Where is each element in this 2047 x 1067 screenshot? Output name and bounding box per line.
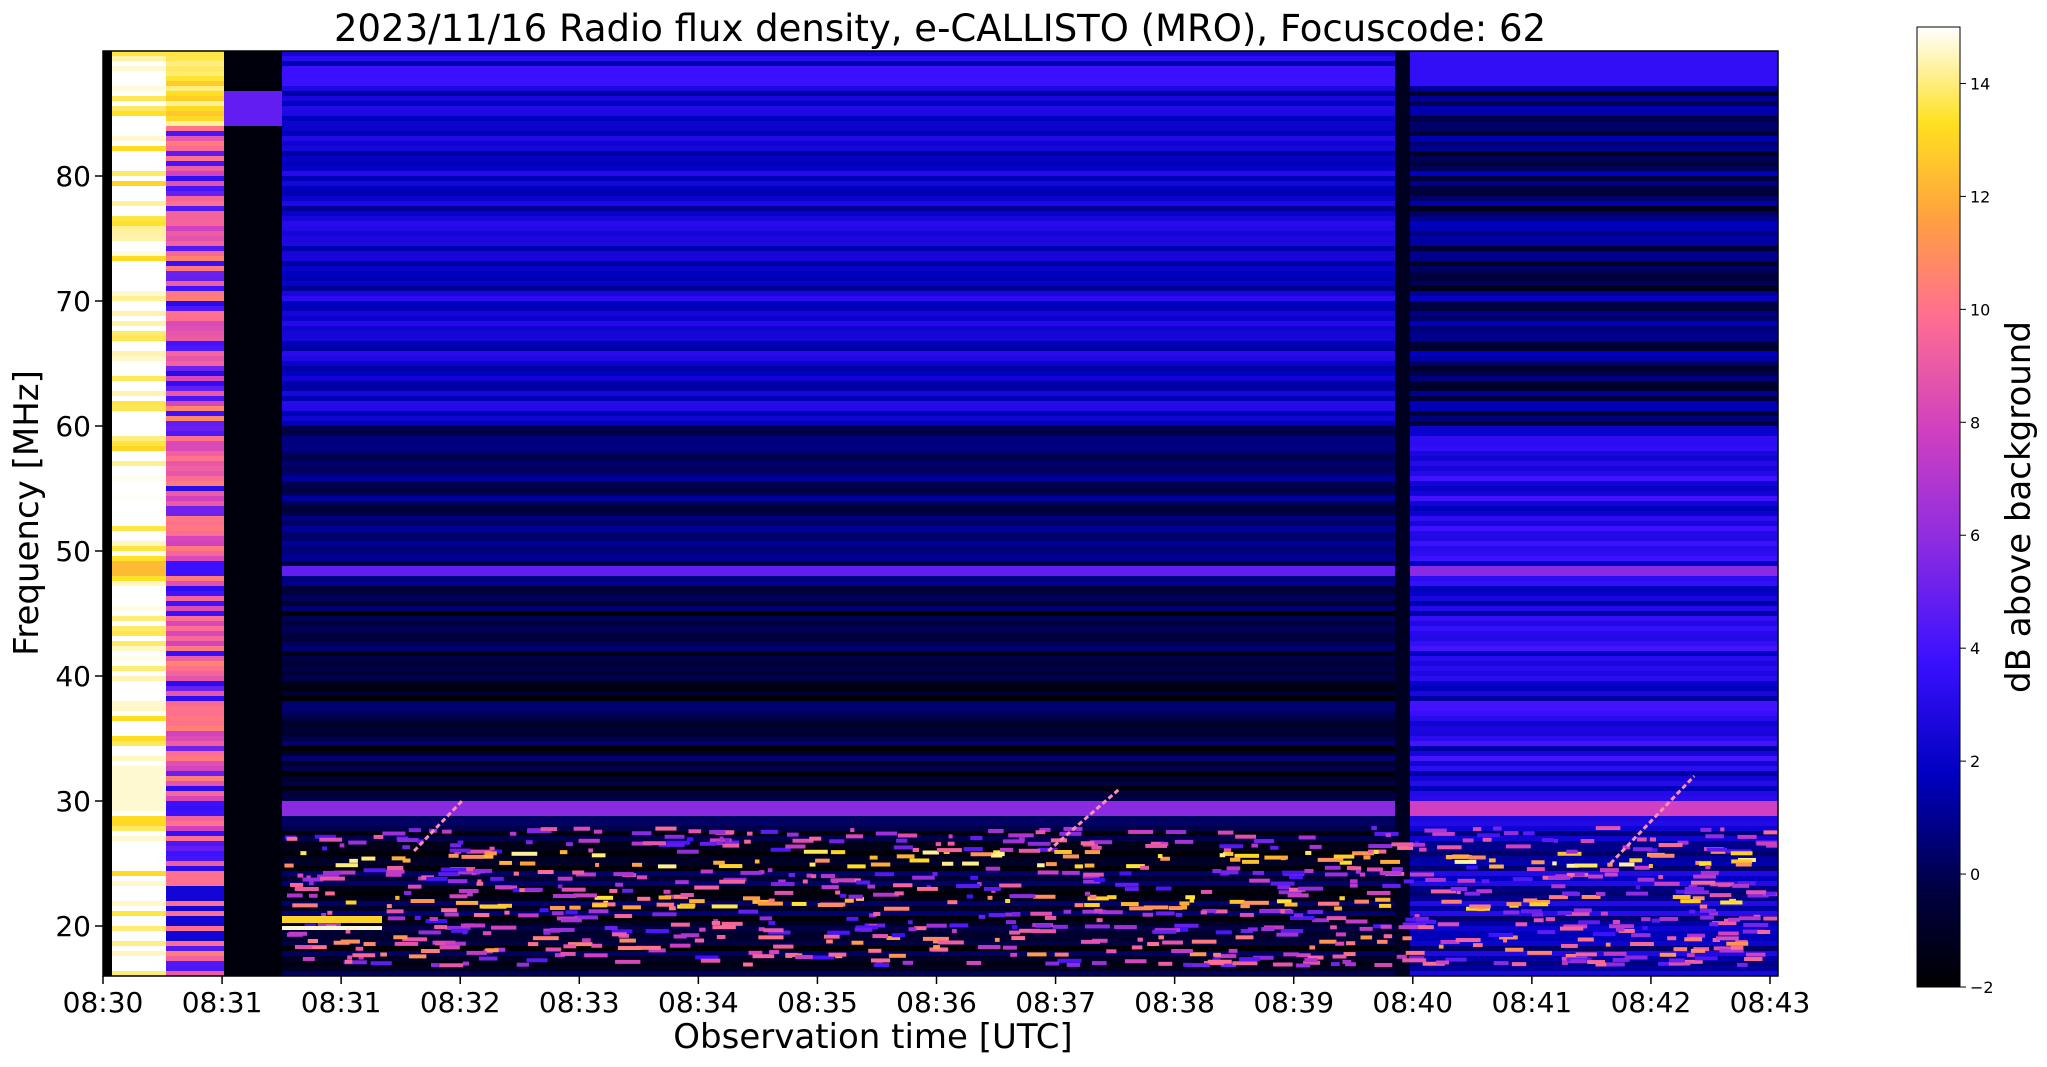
x-axis: 08:30 08:31 08:31 08:32 08:33 08:34 08:35 08:36… (63, 976, 1811, 1019)
x-tick-label: 08:41 (1492, 986, 1573, 1019)
x-tick-label: 08:31 (182, 986, 263, 1019)
x-tick-label: 08:40 (1372, 986, 1453, 1019)
y-tick-label: 70 (55, 285, 91, 318)
y-tick-label: 60 (55, 410, 91, 443)
colorbar-tick-label: 10 (1970, 300, 1990, 319)
colorbar-tick-label: 8 (1970, 413, 1980, 432)
y-axis-label: Frequency [MHz] (7, 370, 47, 656)
colorbar-ticks: −2 0 2 4 6 8 10 12 14 (1960, 74, 1994, 997)
x-tick-label: 08:32 (420, 986, 501, 1019)
x-tick-label: 08:39 (1253, 986, 1334, 1019)
colorbar-tick-label: −2 (1970, 978, 1994, 997)
x-tick-label: 08:30 (63, 986, 144, 1019)
colorbar-tick-label: 4 (1970, 639, 1980, 658)
x-tick-label: 08:42 (1611, 986, 1692, 1019)
colorbar: −2 0 2 4 6 8 10 12 14 dB above background (1916, 26, 2039, 997)
colorbar-label: dB above background (1999, 321, 2039, 693)
y-tick-label: 50 (55, 535, 91, 568)
colorbar-tick-label: 14 (1970, 74, 1990, 93)
x-tick-label: 08:33 (539, 986, 620, 1019)
y-tick-label: 30 (55, 785, 91, 818)
x-tick-label: 08:36 (896, 986, 977, 1019)
spectrogram-plot-area (102, 50, 1779, 977)
chart-title: 2023/11/16 Radio flux density, e-CALLIST… (334, 7, 1546, 50)
colorbar-tick-label: 0 (1970, 865, 1980, 884)
x-tick-label: 08:31 (301, 986, 382, 1019)
y-tick-label: 20 (55, 910, 91, 943)
x-tick-label: 08:43 (1730, 986, 1811, 1019)
spectrogram-heatmap (103, 51, 1778, 976)
x-tick-label: 08:37 (1015, 986, 1096, 1019)
x-tick-label: 08:38 (1134, 986, 1215, 1019)
colorbar-tick-label: 6 (1970, 526, 1980, 545)
x-tick-label: 08:35 (777, 986, 858, 1019)
colorbar-tick-label: 12 (1970, 187, 1990, 206)
y-tick-label: 80 (55, 160, 91, 193)
spectrogram-figure: 2023/11/16 Radio flux density, e-CALLIST… (7, 7, 2039, 1057)
x-axis-label: Observation time [UTC] (673, 1017, 1072, 1057)
colorbar-tick-label: 2 (1970, 752, 1980, 771)
y-tick-label: 40 (55, 660, 91, 693)
y-axis: 20 30 40 50 60 70 80 (55, 160, 103, 943)
colorbar-ramp (1916, 26, 1961, 988)
x-tick-label: 08:34 (658, 986, 739, 1019)
